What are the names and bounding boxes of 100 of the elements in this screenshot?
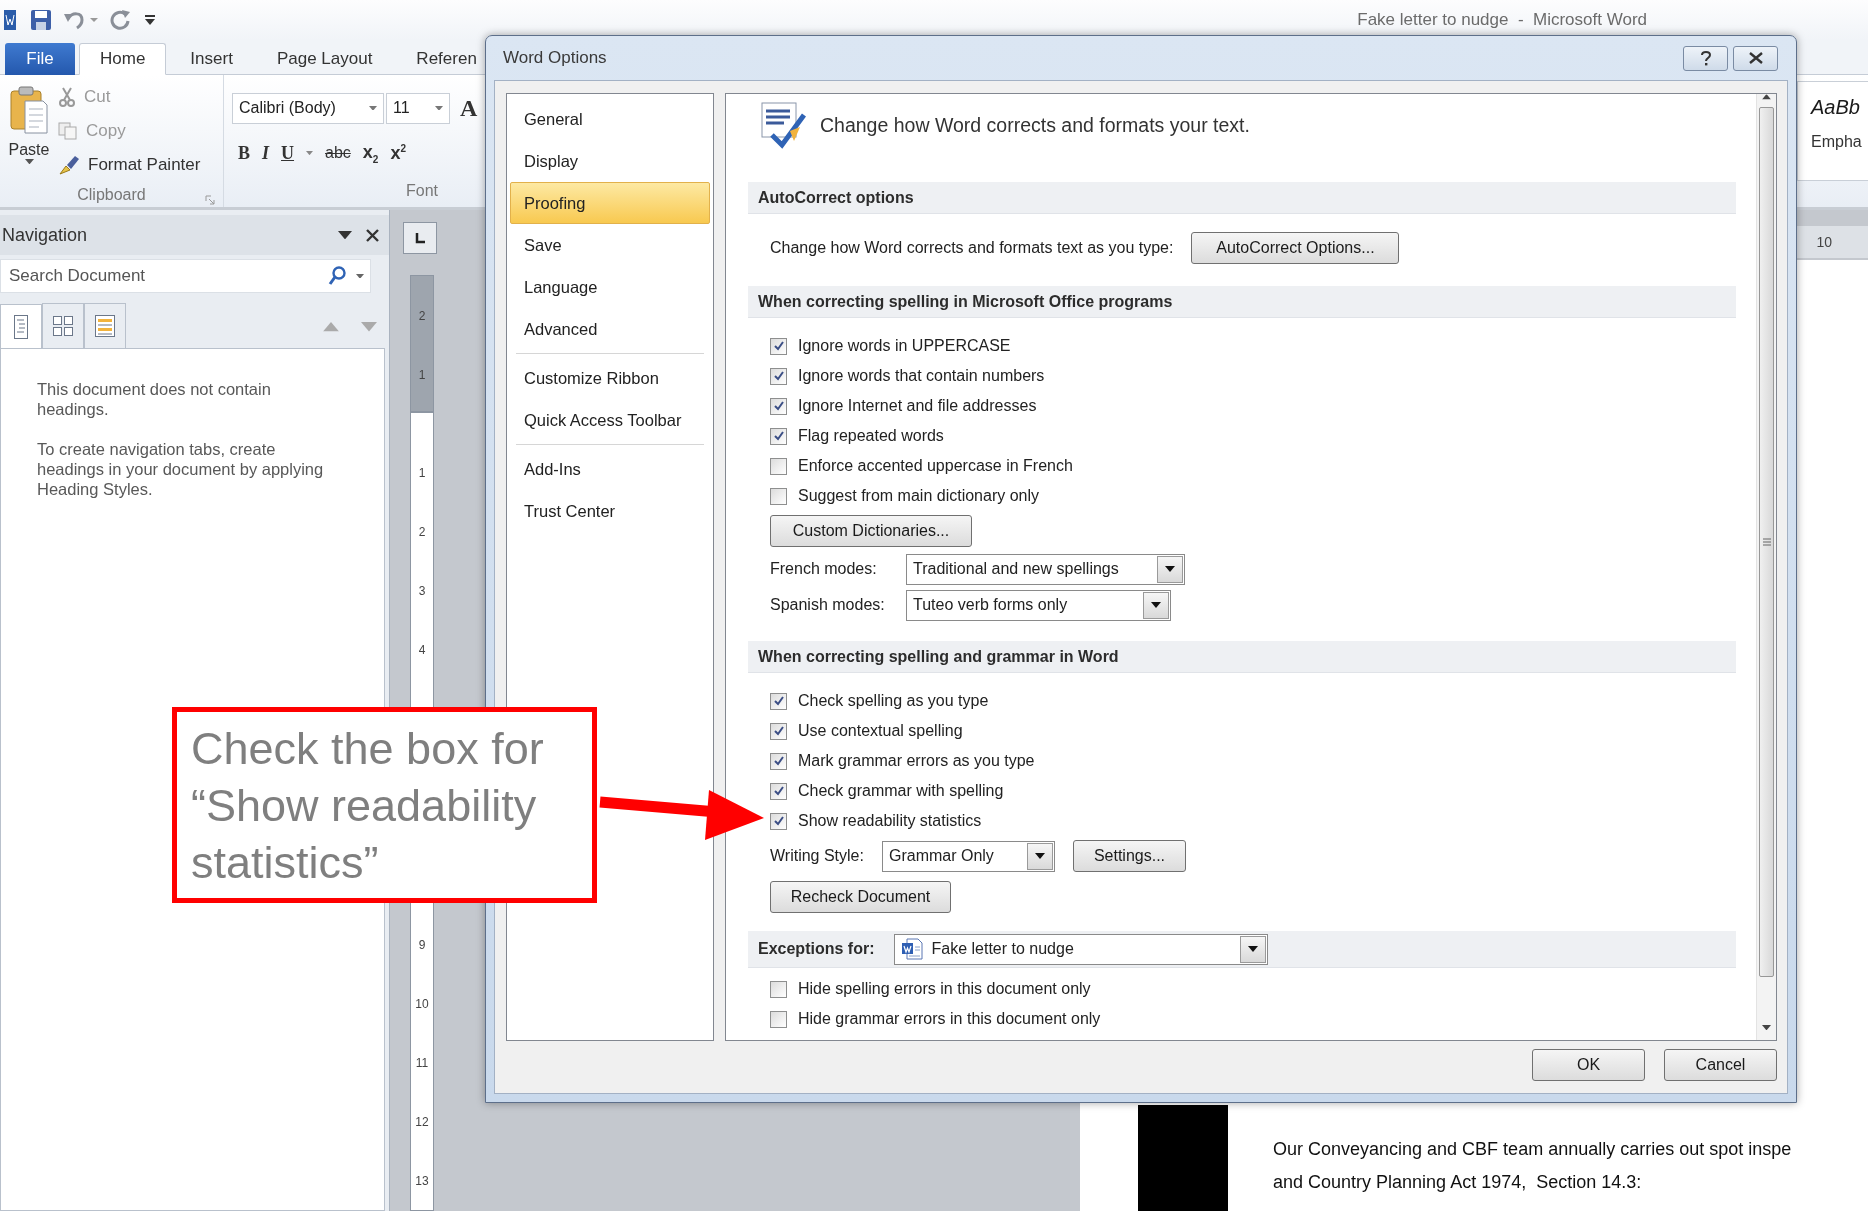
checkbox[interactable] <box>770 367 787 385</box>
font-name-dropdown[interactable]: Calibri (Body) <box>232 92 384 124</box>
ruler-number: 4 <box>418 641 426 659</box>
search-field[interactable]: Search Document <box>0 259 371 293</box>
custom-dictionaries-button[interactable]: Custom Dictionaries... <box>770 515 972 547</box>
section-heading: When correcting spelling and grammar in Word <box>758 647 1119 666</box>
format-button[interactable]: B <box>238 142 250 164</box>
help-icon <box>1699 50 1712 66</box>
checkbox[interactable] <box>770 812 787 830</box>
thumbnails-icon <box>53 316 73 336</box>
undo-icon[interactable] <box>64 10 98 30</box>
save-icon[interactable] <box>30 9 52 31</box>
option-label: Check spelling as you type <box>798 692 989 710</box>
checkbox[interactable] <box>770 457 787 475</box>
dialog-title: Word Options <box>502 48 607 68</box>
search-icon[interactable] <box>328 266 346 286</box>
redo-icon[interactable] <box>110 9 132 31</box>
checkbox[interactable] <box>770 487 787 505</box>
pane-menu-icon <box>338 230 352 240</box>
section-heading: Exceptions for: <box>758 940 875 958</box>
cancel-button[interactable]: Cancel <box>1664 1049 1777 1081</box>
option-label: Mark grammar errors as you type <box>798 752 1035 770</box>
ruler-number: 1 <box>418 464 426 482</box>
option-label: Change how Word corrects and formats text as you type: <box>770 239 1174 257</box>
ruler-number: 13 <box>415 1172 429 1190</box>
ribbon-tab[interactable]: Insert <box>170 43 253 75</box>
category-item[interactable]: Add-Ins <box>510 448 710 490</box>
category-item[interactable]: Display <box>510 140 710 182</box>
document-text: and Country Planning Act 1974, Section 14.3: <box>1273 1171 1643 1194</box>
view-tab[interactable] <box>84 303 126 348</box>
font-size-dropdown[interactable]: 11 <box>386 92 450 124</box>
category-item[interactable]: Proofing <box>510 182 710 224</box>
grip-icon <box>1762 538 1771 547</box>
clipboard-icon <box>9 85 49 135</box>
recheck-document-button[interactable]: Recheck Document <box>770 881 951 913</box>
close-button[interactable] <box>1733 45 1778 71</box>
dropdown[interactable]: Traditional and new spellings <box>906 553 1185 585</box>
category-item[interactable]: Trust Center <box>510 490 710 532</box>
style-gallery[interactable]: AaBb Empha <box>1797 81 1868 181</box>
ribbon-tab[interactable]: Home <box>79 43 167 75</box>
style-name: Empha <box>1811 133 1863 151</box>
option-label: Ignore words in UPPERCASE <box>798 337 1011 355</box>
ok-button[interactable]: OK <box>1532 1049 1645 1081</box>
paste-button[interactable]: Paste <box>8 141 50 159</box>
dropdown[interactable]: Fake letter to nudge <box>894 933 1269 965</box>
window-title: Fake letter to nudge - Microsoft Word <box>1357 10 1647 30</box>
close-icon[interactable] <box>366 228 379 242</box>
caret-icon <box>435 105 443 111</box>
checkbox[interactable] <box>770 427 787 445</box>
checkbox[interactable] <box>770 980 787 998</box>
category-item[interactable]: Advanced <box>510 308 710 350</box>
option-label: Check grammar with spelling <box>798 782 1004 800</box>
dropdown[interactable]: Tuteo verb forms only <box>906 589 1171 621</box>
checkbox[interactable] <box>770 782 787 800</box>
paintbrush-icon <box>58 154 80 176</box>
option-label: Show readability statistics <box>798 812 982 830</box>
checkbox[interactable] <box>770 722 787 740</box>
option-label: Enforce accented uppercase in French <box>798 457 1073 475</box>
settings-button[interactable]: Settings... <box>1072 840 1186 872</box>
format-button[interactable]: I <box>262 142 270 164</box>
copy-icon <box>58 122 78 140</box>
option-label: Suggest from main dictionary only <box>798 487 1039 505</box>
close-icon <box>1747 52 1764 64</box>
pane-message: To create navigation tabs, create headings in your document by applying Heading Styles. <box>37 439 324 499</box>
ruler-number: 11 <box>415 1054 429 1072</box>
autocorrect-options-button[interactable]: AutoCorrect Options... <box>1191 232 1400 264</box>
pane-title: Navigation <box>2 224 88 246</box>
caret-icon <box>356 273 364 279</box>
file-tab[interactable]: File <box>5 43 75 75</box>
checkbox[interactable] <box>770 397 787 415</box>
search-input[interactable]: Search Document <box>7 265 318 287</box>
category-item[interactable]: Quick Access Toolbar <box>510 399 710 441</box>
callout-text: Check the box for “Show readability statistics” <box>191 722 545 890</box>
checkbox[interactable] <box>770 752 787 770</box>
tab-stop-button[interactable] <box>403 222 437 254</box>
customize-toolbar-icon[interactable] <box>144 13 156 27</box>
help-button[interactable] <box>1683 45 1728 71</box>
grow-font-button[interactable]: A <box>460 94 478 122</box>
category-item[interactable]: Customize Ribbon <box>510 357 710 399</box>
ruler-number: 10 <box>415 995 429 1013</box>
format-button[interactable]: x$^{2}$ <box>390 142 406 164</box>
ribbon-button[interactable]: Format Painter <box>58 148 201 182</box>
option-label: Ignore Internet and file addresses <box>798 397 1037 415</box>
view-tab[interactable] <box>0 304 42 349</box>
option-label: Hide grammar errors in this document only <box>798 1010 1101 1028</box>
category-item[interactable]: General <box>510 98 710 140</box>
view-tab[interactable] <box>42 303 84 348</box>
format-button[interactable]: x$_{2}$ <box>362 141 379 165</box>
format-button[interactable]: U <box>281 142 295 164</box>
ribbon-tab[interactable]: Page Layout <box>256 43 393 75</box>
checkbox[interactable] <box>770 692 787 710</box>
category-item[interactable]: Save <box>510 224 710 266</box>
format-button[interactable]: abc <box>325 144 351 162</box>
checkbox[interactable] <box>770 337 787 355</box>
dropdown[interactable]: Grammar Only <box>881 840 1055 872</box>
left-tab-icon <box>414 232 426 244</box>
group-label: Clipboard <box>77 185 146 204</box>
checkbox[interactable] <box>770 1010 787 1028</box>
category-item[interactable]: Language <box>510 266 710 308</box>
style-sample: AaBb <box>1811 96 1861 119</box>
